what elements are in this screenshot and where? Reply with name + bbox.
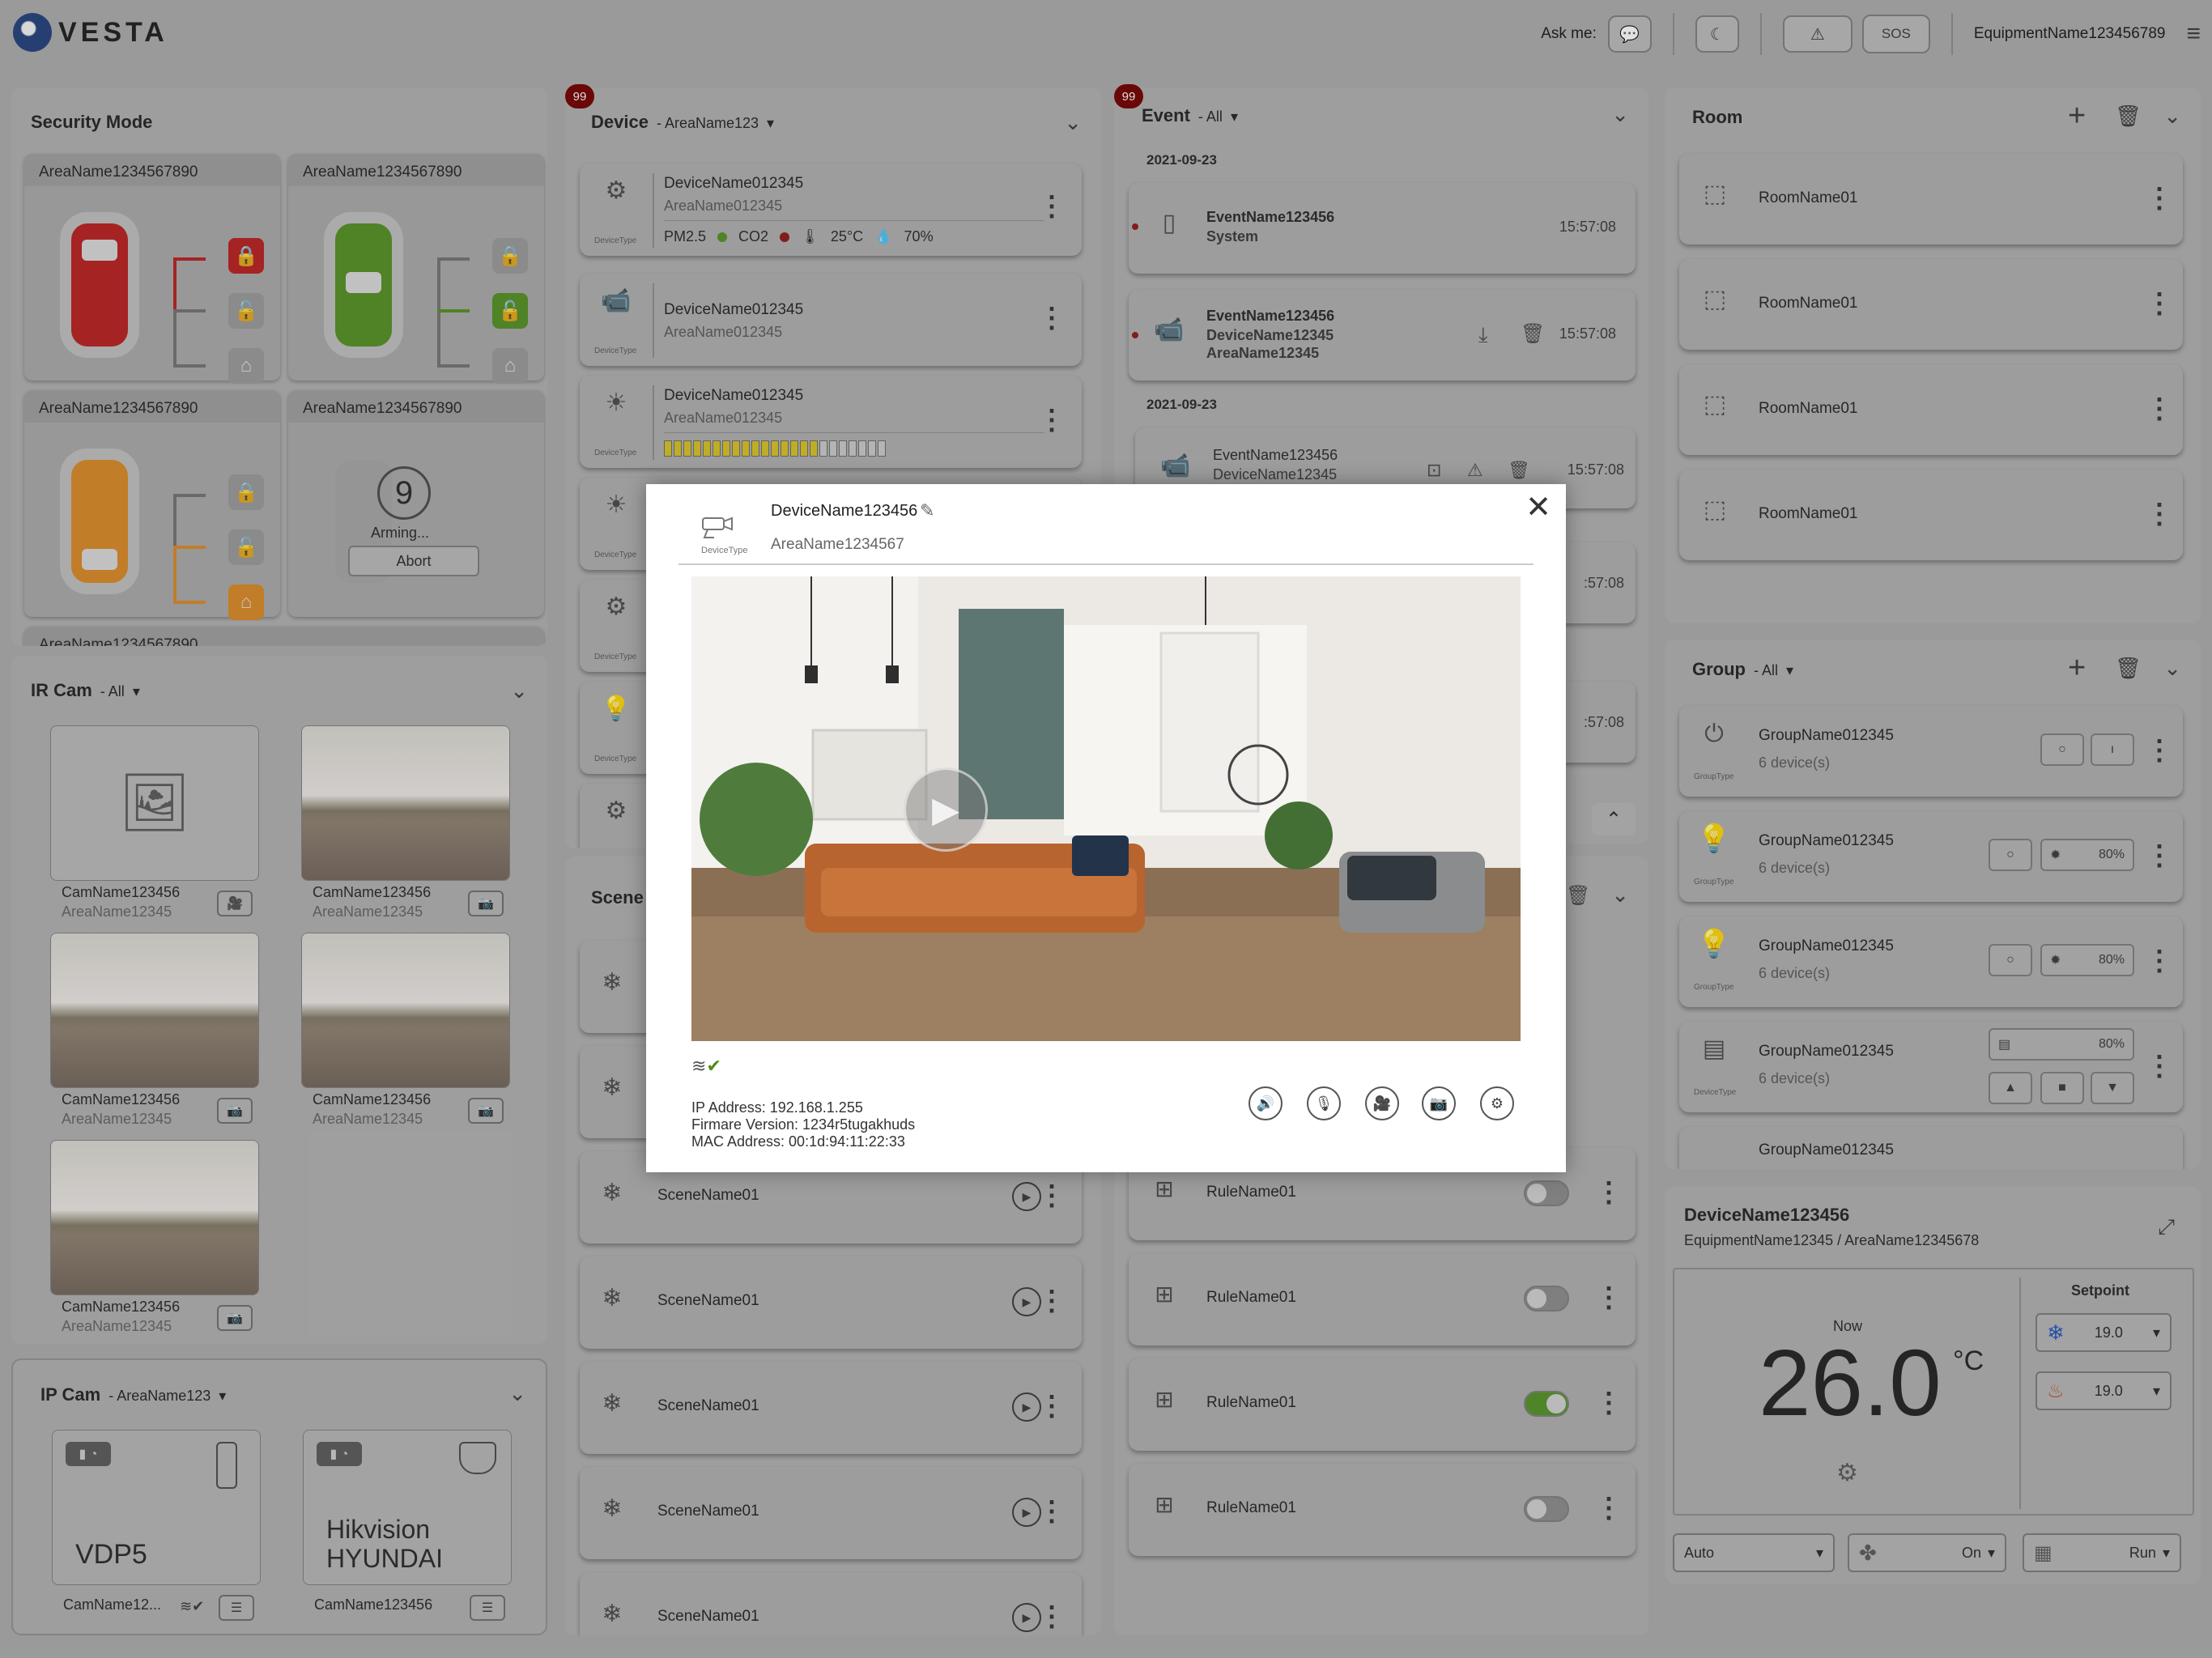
modal-area: AreaName1234567 [771, 536, 904, 553]
camera-device-icon [698, 507, 737, 546]
modal-device-name: DeviceName123456 [771, 502, 918, 520]
video-icon: 🎥 [1372, 1095, 1392, 1112]
device-type: DeviceType [701, 546, 748, 555]
play-icon[interactable]: ▶ [904, 767, 988, 852]
speaker-button[interactable]: 🔊 [1249, 1086, 1283, 1120]
speaker-icon: 🔊 [1256, 1095, 1275, 1112]
firmware-version: Firmare Version: 1234r5tugakhuds [691, 1116, 916, 1133]
snapshot-button[interactable]: 📷 [1422, 1086, 1456, 1120]
close-icon[interactable]: ✕ [1525, 492, 1551, 523]
device-count-badge: 99 [565, 84, 594, 108]
record-button[interactable]: 🎥 [1365, 1086, 1399, 1120]
living-room-image [691, 576, 1521, 1041]
camera-icon: 📷 [1429, 1095, 1448, 1112]
camera-modal: DeviceType DeviceName123456 ✎ AreaName12… [646, 484, 1566, 1172]
ip-address: IP Address: 192.168.1.255 [691, 1099, 863, 1116]
camera-video[interactable]: ▶ [691, 576, 1521, 1041]
wifi-ok-icon: ≋✔ [691, 1056, 721, 1076]
microphone-button[interactable]: 🎙 [1307, 1086, 1341, 1120]
ptz-settings-button[interactable]: ⚙ [1480, 1086, 1514, 1120]
camera-settings-icon: ⚙ [1490, 1095, 1504, 1112]
microphone-icon: 🎙 [1314, 1095, 1334, 1112]
camera-info: IP Address: 192.168.1.255 Firmare Versio… [691, 1099, 915, 1150]
event-count-badge: 99 [1114, 84, 1143, 108]
mac-address: MAC Address: 00:1d:94:11:22:33 [691, 1133, 905, 1150]
edit-icon[interactable]: ✎ [920, 500, 934, 521]
